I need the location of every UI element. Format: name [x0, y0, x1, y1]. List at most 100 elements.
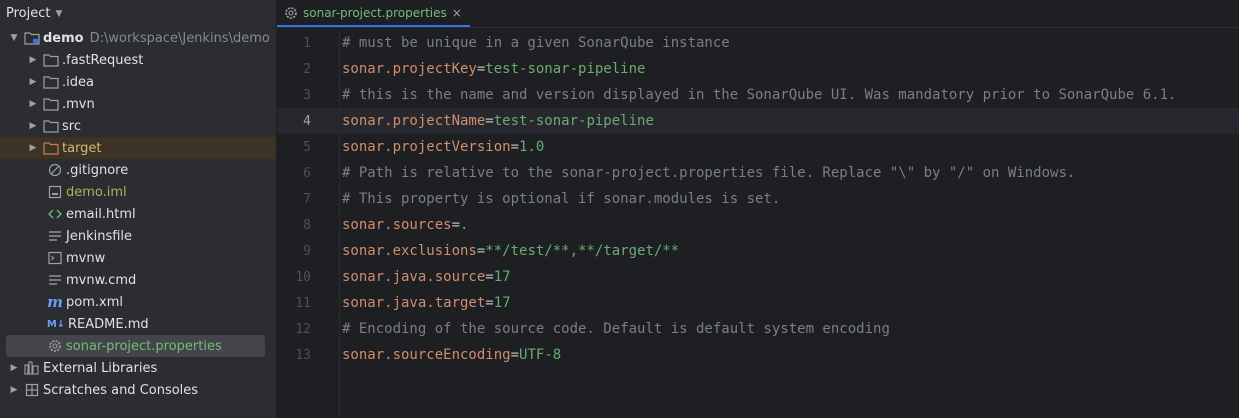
code-line[interactable]: 9 sonar.exclusions=**/test/**,**/target/*… — [277, 238, 1239, 264]
property-key: sonar.java.source — [342, 269, 486, 285]
tree-item-src[interactable]: ▶ src — [0, 115, 276, 137]
maven-icon: m — [47, 293, 63, 311]
code-line[interactable]: 11 sonar.java.target=17 — [277, 290, 1239, 316]
tree-item-mvnw[interactable]: mvnw — [0, 247, 276, 269]
code-lines: 1 # must be unique in a given SonarQube i… — [277, 30, 1239, 368]
equals-sign: = — [451, 217, 461, 233]
chevron-right-icon[interactable]: ▶ — [27, 77, 39, 87]
tab-label: sonar-project.properties — [303, 6, 447, 20]
tree-item-mvn[interactable]: ▶ .mvn — [0, 93, 276, 115]
tree-item-label: src — [62, 118, 81, 134]
comment-text: # This property is optional if sonar.mod… — [342, 191, 781, 207]
project-view-selector[interactable]: Project ▼ — [0, 0, 276, 27]
tree-item-mvnw-cmd[interactable]: mvnw.cmd — [0, 269, 276, 291]
tree-item-external-libraries[interactable]: ▶ External Libraries — [0, 357, 276, 379]
tree-item-pom-xml[interactable]: m pom.xml — [0, 291, 276, 313]
chevron-right-icon[interactable]: ▶ — [27, 99, 39, 109]
code-line[interactable]: 7 # This property is optional if sonar.mo… — [277, 186, 1239, 212]
code-line[interactable]: 6 # Path is relative to the sonar-project… — [277, 160, 1239, 186]
editor: sonar-project.properties × 1 # must be un… — [277, 0, 1239, 418]
tree-item-fastrequest[interactable]: ▶ .fastRequest — [0, 49, 276, 71]
property-value: 1.0 — [519, 139, 545, 155]
tree-item-demo-iml[interactable]: demo.iml — [0, 181, 276, 203]
equals-sign: = — [485, 269, 494, 285]
line-number[interactable]: 1 — [277, 36, 311, 51]
tree-item-label: README.md — [68, 316, 149, 332]
text-file-icon — [47, 272, 63, 288]
line-text: sonar.java.target=17 — [342, 295, 511, 311]
line-number[interactable]: 8 — [277, 218, 311, 233]
chevron-right-icon[interactable]: ▶ — [8, 385, 20, 395]
line-number[interactable]: 4 — [277, 114, 311, 129]
module-file-icon — [47, 184, 63, 200]
line-text: sonar.java.source=17 — [342, 269, 511, 285]
line-text: # This property is optional if sonar.mod… — [342, 191, 780, 207]
code-line[interactable]: 8 sonar.sources=. — [277, 212, 1239, 238]
property-key: sonar.java.target — [342, 295, 486, 311]
line-number[interactable]: 13 — [277, 348, 311, 363]
line-text: # Path is relative to the sonar-project.… — [342, 165, 1075, 181]
folder-icon — [43, 52, 59, 68]
tree-item-email-html[interactable]: email.html — [0, 203, 276, 225]
tree-item-readme[interactable]: M↓ README.md — [0, 313, 276, 335]
code-line[interactable]: 3 # this is the name and version displaye… — [277, 82, 1239, 108]
chevron-right-icon[interactable]: ▶ — [27, 121, 39, 131]
folder-icon — [43, 118, 59, 134]
equals-sign: = — [485, 113, 494, 129]
tree-item-label: .gitignore — [66, 162, 129, 178]
library-icon — [24, 360, 40, 376]
property-key: sonar.sources — [342, 217, 452, 233]
line-number[interactable]: 6 — [277, 166, 311, 181]
comment-text: # Path is relative to the sonar-project.… — [342, 165, 1076, 181]
project-path: D:\workspace\Jenkins\demo — [89, 30, 270, 46]
folder-icon — [43, 74, 59, 90]
line-number[interactable]: 10 — [277, 270, 311, 285]
chevron-right-icon[interactable]: ▶ — [8, 363, 20, 373]
chevron-down-icon[interactable]: ▼ — [8, 33, 20, 43]
code-line[interactable]: 13 sonar.sourceEncoding=UTF-8 — [277, 342, 1239, 368]
tree-item-demo[interactable]: ▼ demo D:\workspace\Jenkins\demo — [0, 27, 276, 49]
tree-item-target[interactable]: ▶ target — [0, 137, 276, 159]
tree-item-gitignore[interactable]: .gitignore — [0, 159, 276, 181]
line-text: # this is the name and version displayed… — [342, 87, 1176, 103]
property-value: **/test/**,**/target/** — [485, 243, 680, 259]
chevron-right-icon[interactable]: ▶ — [27, 143, 39, 153]
line-number[interactable]: 12 — [277, 322, 311, 337]
line-text: sonar.projectVersion=1.0 — [342, 139, 544, 155]
property-value: UTF-8 — [519, 347, 562, 363]
code-line[interactable]: 10 sonar.java.source=17 — [277, 264, 1239, 290]
line-text: sonar.sources=. — [342, 217, 468, 233]
tree-item-scratches[interactable]: ▶ Scratches and Consoles — [0, 379, 276, 401]
code-area[interactable]: 1 # must be unique in a given SonarQube i… — [277, 30, 1239, 418]
chevron-right-icon[interactable]: ▶ — [27, 55, 39, 65]
line-text: # Encoding of the source code. Default i… — [342, 321, 890, 337]
line-text: sonar.projectName=test-sonar-pipeline — [342, 113, 654, 129]
code-line[interactable]: 12 # Encoding of the source code. Default… — [277, 316, 1239, 342]
tree-item-label: email.html — [66, 206, 136, 222]
line-number[interactable]: 3 — [277, 88, 311, 103]
line-number[interactable]: 11 — [277, 296, 311, 311]
line-text: sonar.exclusions=**/test/**,**/target/** — [342, 243, 679, 259]
close-icon[interactable]: × — [452, 6, 462, 20]
tree-item-label: demo — [43, 30, 84, 46]
tab-sonar-properties[interactable]: sonar-project.properties × — [277, 1, 470, 27]
chevron-down-icon[interactable]: ▼ — [55, 9, 62, 19]
tree-item-label: .idea — [62, 74, 94, 90]
comment-text: # must be unique in a given SonarQube in… — [342, 35, 730, 51]
tree-item-sonar-properties[interactable]: sonar-project.properties — [6, 335, 265, 357]
line-number[interactable]: 9 — [277, 244, 311, 259]
code-line[interactable]: 1 # must be unique in a given SonarQube i… — [277, 30, 1239, 56]
code-line[interactable]: 5 sonar.projectVersion=1.0 — [277, 134, 1239, 160]
property-key: sonar.projectKey — [342, 61, 477, 77]
tree-item-label: .fastRequest — [62, 52, 144, 68]
code-line[interactable]: 2 sonar.projectKey=test-sonar-pipeline — [277, 56, 1239, 82]
line-number[interactable]: 2 — [277, 62, 311, 77]
property-value: 17 — [493, 295, 511, 311]
line-number[interactable]: 7 — [277, 192, 311, 207]
tree-item-label: mvnw.cmd — [66, 272, 137, 288]
property-key: sonar.projectVersion — [342, 139, 511, 155]
tree-item-idea[interactable]: ▶ .idea — [0, 71, 276, 93]
line-number[interactable]: 5 — [277, 140, 311, 155]
tree-item-jenkinsfile[interactable]: Jenkinsfile — [0, 225, 276, 247]
code-line[interactable]: 4 sonar.projectName=test-sonar-pipeline — [277, 108, 1239, 134]
